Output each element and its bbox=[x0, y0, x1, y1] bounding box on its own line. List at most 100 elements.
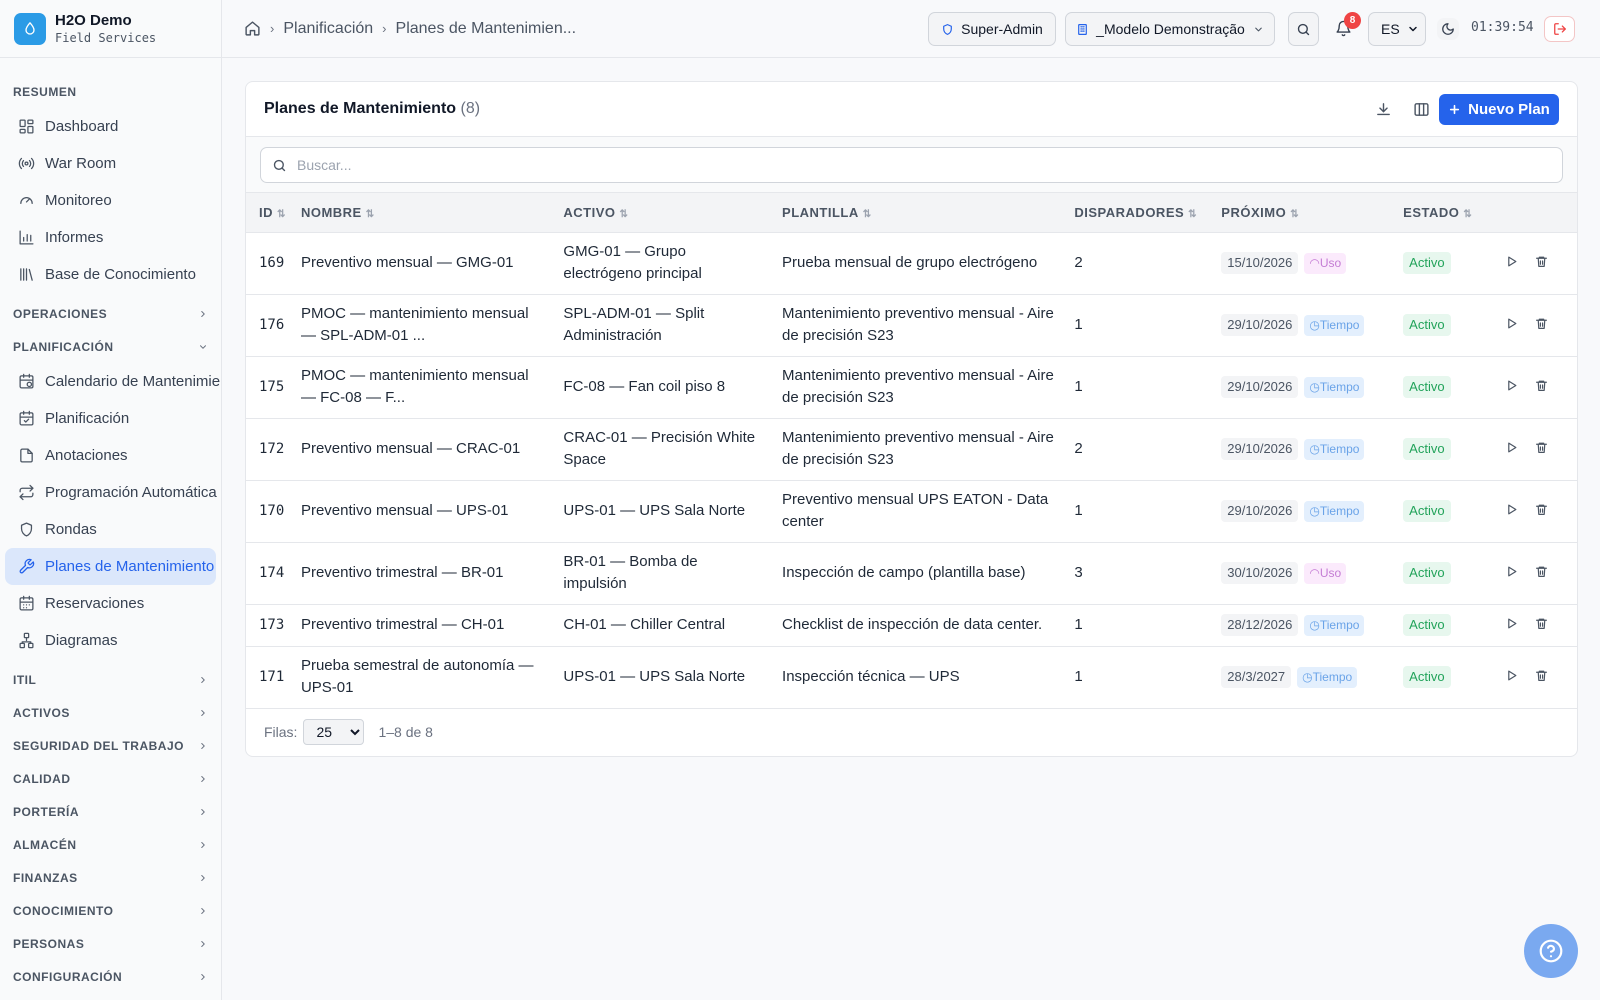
column-header-activo[interactable]: ACTIVO ⇅ bbox=[563, 193, 783, 233]
sidebar-section-label: OPERACIONES bbox=[13, 307, 108, 321]
sidebar-section-operaciones[interactable]: OPERACIONES bbox=[0, 302, 221, 326]
plan-name[interactable]: PMOC — mantenimiento mensual — SPL-ADM-0… bbox=[301, 305, 529, 344]
tenant-select[interactable]: _Modelo Demonstração bbox=[1065, 12, 1275, 46]
table-row[interactable]: 174 Preventivo trimestral — BR-01 BR-01 … bbox=[246, 542, 1577, 605]
plan-name[interactable]: Preventivo trimestral — CH-01 bbox=[301, 616, 504, 633]
logout-button[interactable] bbox=[1544, 16, 1575, 42]
sidebar-item-planificacion[interactable]: Planificación bbox=[0, 400, 221, 437]
table-row[interactable]: 176 PMOC — mantenimiento mensual — SPL-A… bbox=[246, 294, 1577, 357]
sidebar-section-finanzas[interactable]: FINANZAS bbox=[0, 866, 221, 890]
run-plan-button[interactable] bbox=[1500, 561, 1522, 583]
run-plan-button[interactable] bbox=[1500, 251, 1522, 273]
delete-plan-button[interactable] bbox=[1530, 665, 1552, 687]
run-plan-button[interactable] bbox=[1500, 613, 1522, 635]
sidebar-item-rondas[interactable]: Rondas bbox=[0, 511, 221, 548]
run-plan-button[interactable] bbox=[1500, 437, 1522, 459]
delete-plan-button[interactable] bbox=[1530, 375, 1552, 397]
delete-plan-button[interactable] bbox=[1530, 613, 1552, 635]
column-header-id[interactable]: ID ⇅ bbox=[246, 193, 301, 233]
sidebar-item-dashboard[interactable]: Dashboard bbox=[0, 108, 221, 145]
table-row[interactable]: 173 Preventivo trimestral — CH-01 CH-01 … bbox=[246, 604, 1577, 647]
sidebar-section-planificacion[interactable]: PLANIFICACIÓN bbox=[0, 335, 221, 359]
language-select[interactable]: ES bbox=[1368, 12, 1426, 46]
search-box bbox=[260, 147, 1563, 183]
sidebar-section-seguridad-del-trabajo[interactable]: SEGURIDAD DEL TRABAJO bbox=[0, 734, 221, 758]
status-badge: Activo bbox=[1403, 252, 1451, 274]
sidebar-item-calendario-de-mantenimie[interactable]: Calendario de Mantenimie bbox=[0, 363, 221, 400]
cell-plantilla: Mantenimiento preventivo mensual - Aire … bbox=[782, 294, 1075, 357]
plan-name[interactable]: Preventivo mensual — CRAC-01 bbox=[301, 440, 520, 457]
trigger-badge-uso: ◠Uso bbox=[1304, 563, 1347, 584]
table-row[interactable]: 170 Preventivo mensual — UPS-01 UPS-01 —… bbox=[246, 480, 1577, 543]
run-plan-button[interactable] bbox=[1500, 375, 1522, 397]
trash-icon bbox=[1535, 380, 1547, 392]
cell-estado: Activo bbox=[1403, 294, 1501, 357]
rows-per-page-select[interactable]: 102550100 bbox=[303, 718, 365, 745]
trigger-label: Tiempo bbox=[1319, 380, 1360, 394]
sidebar-section-porteria[interactable]: PORTERÍA bbox=[0, 800, 221, 824]
delete-plan-button[interactable] bbox=[1530, 437, 1552, 459]
sidebar-section-conocimiento[interactable]: CONOCIMIENTO bbox=[0, 899, 221, 923]
sidebar-item-informes[interactable]: Informes bbox=[0, 219, 221, 256]
theme-toggle[interactable] bbox=[1437, 18, 1459, 40]
cell-actions bbox=[1500, 604, 1577, 647]
column-header-estado[interactable]: ESTADO ⇅ bbox=[1403, 193, 1501, 233]
download-button[interactable] bbox=[1372, 98, 1394, 120]
sidebar-section-itil[interactable]: ITIL bbox=[0, 668, 221, 692]
notifications-button[interactable]: 8 bbox=[1332, 12, 1361, 39]
sidebar-section-configuracion[interactable]: CONFIGURACIÓN bbox=[0, 965, 221, 989]
table-row[interactable]: 172 Preventivo mensual — CRAC-01 CRAC-01… bbox=[246, 418, 1577, 481]
sidebar-section-label: SEGURIDAD DEL TRABAJO bbox=[13, 739, 184, 753]
table-row[interactable]: 169 Preventivo mensual — GMG-01 GMG-01 —… bbox=[246, 232, 1577, 295]
sidebar-item-reservaciones[interactable]: Reservaciones bbox=[0, 585, 221, 622]
column-header-proximo[interactable]: PRÓXIMO ⇅ bbox=[1221, 193, 1404, 233]
sidebar-item-monitoreo[interactable]: Monitoreo bbox=[0, 182, 221, 219]
run-plan-button[interactable] bbox=[1500, 665, 1522, 687]
sidebar-section-calidad[interactable]: CALIDAD bbox=[0, 767, 221, 791]
new-plan-button[interactable]: Nuevo Plan bbox=[1439, 94, 1559, 125]
sidebar-item-war-room[interactable]: War Room bbox=[0, 145, 221, 182]
sidebar-section-activos[interactable]: ACTIVOS bbox=[0, 701, 221, 725]
sidebar-item-planes-de-mantenimiento[interactable]: Planes de Mantenimiento bbox=[5, 548, 216, 585]
sidebar-item-programacion-automatica[interactable]: Programación Automática bbox=[0, 474, 221, 511]
shield-icon bbox=[20, 522, 33, 537]
delete-plan-button[interactable] bbox=[1530, 251, 1552, 273]
table-row[interactable]: 175 PMOC — mantenimiento mensual — FC-08… bbox=[246, 356, 1577, 419]
chevron-right-icon bbox=[201, 677, 205, 683]
plan-name[interactable]: Preventivo mensual — GMG-01 bbox=[301, 254, 514, 271]
column-header-plantilla[interactable]: PLANTILLA ⇅ bbox=[782, 193, 1075, 233]
delete-plan-button[interactable] bbox=[1530, 313, 1552, 335]
cell-actions bbox=[1500, 480, 1577, 543]
sidebar-item-diagramas[interactable]: Diagramas bbox=[0, 622, 221, 659]
columns-button[interactable] bbox=[1410, 98, 1432, 120]
column-label: PLANTILLA bbox=[782, 204, 859, 220]
delete-plan-button[interactable] bbox=[1530, 499, 1552, 521]
sidebar-item-base-de-conocimiento[interactable]: Base de Conocimiento bbox=[0, 256, 221, 293]
file-icon bbox=[20, 448, 33, 463]
column-header-nombre[interactable]: NOMBRE ⇅ bbox=[300, 193, 564, 233]
column-header-disparadores[interactable]: DISPARADORES ⇅ bbox=[1074, 193, 1222, 233]
home-icon[interactable] bbox=[244, 20, 261, 37]
plan-name[interactable]: Preventivo mensual — UPS-01 bbox=[301, 502, 509, 519]
run-plan-button[interactable] bbox=[1500, 313, 1522, 335]
role-button[interactable]: Super-Admin bbox=[928, 12, 1056, 46]
cell-activo: BR-01 — Bomba de impulsión bbox=[563, 542, 783, 605]
search-input[interactable] bbox=[297, 157, 1551, 173]
search-button[interactable] bbox=[1288, 12, 1319, 46]
run-plan-button[interactable] bbox=[1500, 499, 1522, 521]
plan-name[interactable]: PMOC — mantenimiento mensual — FC-08 — F… bbox=[301, 367, 529, 406]
brand[interactable]: H2O Demo Field Services bbox=[0, 0, 221, 58]
delete-plan-button[interactable] bbox=[1530, 561, 1552, 583]
bar-chart-icon bbox=[19, 230, 34, 245]
chevron-right-icon: › bbox=[382, 21, 387, 36]
help-button[interactable] bbox=[1524, 924, 1578, 978]
table-row[interactable]: 171 Prueba semestral de autonomía — UPS-… bbox=[246, 646, 1577, 709]
plan-name[interactable]: Prueba semestral de autonomía — UPS-01 bbox=[301, 657, 534, 696]
sidebar-item-anotaciones[interactable]: Anotaciones bbox=[0, 437, 221, 474]
plan-name[interactable]: Preventivo trimestral — BR-01 bbox=[301, 564, 504, 581]
sidebar-section-personas[interactable]: PERSONAS bbox=[0, 932, 221, 956]
sidebar-section-almacen[interactable]: ALMACÉN bbox=[0, 833, 221, 857]
sidebar-item-label: Reservaciones bbox=[45, 595, 145, 612]
breadcrumb-planificacion[interactable]: Planificación bbox=[283, 20, 373, 38]
sidebar-item-label: Dashboard bbox=[45, 118, 119, 135]
